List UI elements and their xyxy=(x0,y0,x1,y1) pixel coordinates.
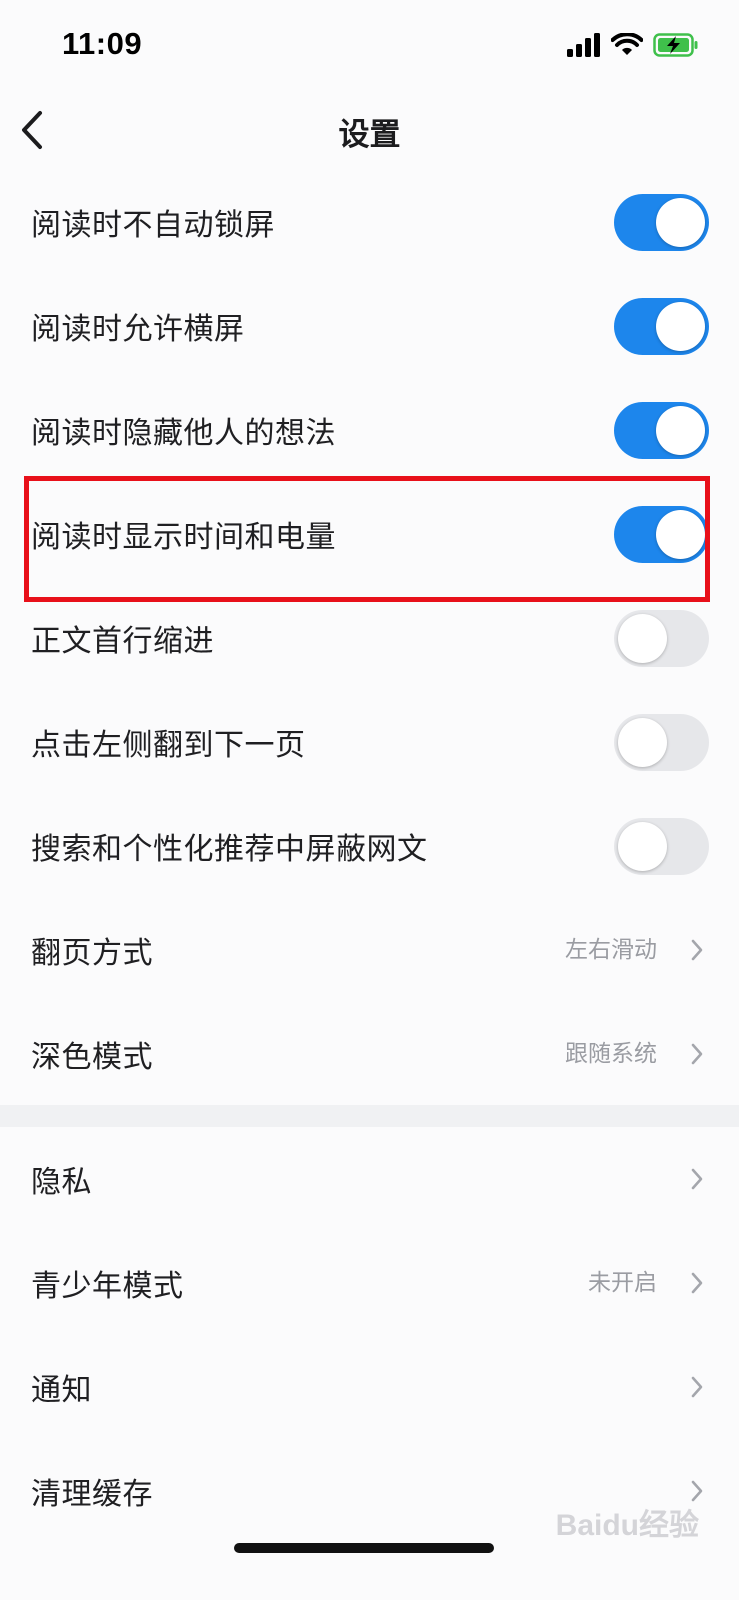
status-icons xyxy=(567,33,699,57)
setting-label: 深色模式 xyxy=(31,1040,153,1075)
highlight-annotation-box xyxy=(24,476,710,602)
setting-label: 阅读时允许横屏 xyxy=(31,312,245,347)
wifi-icon xyxy=(611,33,643,55)
setting-label: 隐私 xyxy=(31,1165,92,1200)
toggle-knob xyxy=(618,822,667,871)
chevron-right-icon xyxy=(691,1272,703,1294)
setting-label: 点击左侧翻到下一页 xyxy=(31,728,306,763)
section-divider xyxy=(0,1105,739,1127)
setting-row-notifications[interactable]: 通知 xyxy=(0,1335,739,1439)
toggle-switch[interactable] xyxy=(614,714,709,771)
chevron-right-icon xyxy=(691,1043,703,1065)
setting-label: 清理缓存 xyxy=(31,1477,153,1512)
chevron-right-icon xyxy=(691,1376,703,1398)
setting-row-dark-mode[interactable]: 深色模式 跟随系统 xyxy=(0,1002,739,1106)
home-indicator xyxy=(234,1543,494,1553)
toggle-switch[interactable] xyxy=(614,610,709,667)
toggle-knob xyxy=(656,302,705,351)
page-title: 设置 xyxy=(338,117,401,153)
settings-list-general: 隐私 青少年模式 未开启 通知 清理缓存 xyxy=(0,1127,739,1543)
toggle-switch[interactable] xyxy=(614,402,709,459)
toggle-knob xyxy=(656,198,705,247)
setting-row-page-turn-mode[interactable]: 翻页方式 左右滑动 xyxy=(0,898,739,1002)
setting-label: 通知 xyxy=(31,1373,92,1408)
setting-row-tap-left-next-page: 点击左侧翻到下一页 xyxy=(0,690,739,794)
setting-row-no-auto-lock: 阅读时不自动锁屏 xyxy=(0,170,739,274)
setting-value: 未开启 xyxy=(588,1270,657,1296)
nav-bar: 设置 xyxy=(0,95,739,165)
toggle-knob xyxy=(656,406,705,455)
setting-label: 搜索和个性化推荐中屏蔽网文 xyxy=(31,832,428,867)
signal-icon xyxy=(567,33,600,57)
status-bar: 11:09 xyxy=(0,0,739,95)
setting-label: 正文首行缩进 xyxy=(31,624,214,659)
setting-row-teen-mode[interactable]: 青少年模式 未开启 xyxy=(0,1231,739,1335)
settings-list-reading: 阅读时不自动锁屏 阅读时允许横屏 阅读时隐藏他人的想法 阅读时显示时间和电量 正… xyxy=(0,170,739,1106)
setting-label: 青少年模式 xyxy=(31,1269,184,1304)
battery-charging-icon xyxy=(653,33,698,57)
toggle-switch[interactable] xyxy=(614,194,709,251)
toggle-knob xyxy=(618,718,667,767)
setting-row-allow-landscape: 阅读时允许横屏 xyxy=(0,274,739,378)
setting-label: 阅读时不自动锁屏 xyxy=(31,208,275,243)
toggle-switch[interactable] xyxy=(614,818,709,875)
toggle-knob xyxy=(618,614,667,663)
setting-label: 翻页方式 xyxy=(31,936,153,971)
status-time: 11:09 xyxy=(62,26,143,61)
setting-label: 阅读时隐藏他人的想法 xyxy=(31,416,336,451)
setting-row-hide-others-thoughts: 阅读时隐藏他人的想法 xyxy=(0,378,739,482)
chevron-right-icon xyxy=(691,1168,703,1190)
watermark-logo: Baidu经验 xyxy=(555,1509,699,1542)
chevron-right-icon xyxy=(691,939,703,961)
setting-value: 左右滑动 xyxy=(565,937,657,963)
setting-row-block-web-novels: 搜索和个性化推荐中屏蔽网文 xyxy=(0,794,739,898)
toggle-switch[interactable] xyxy=(614,298,709,355)
setting-value: 跟随系统 xyxy=(565,1041,657,1067)
setting-row-privacy[interactable]: 隐私 xyxy=(0,1127,739,1231)
